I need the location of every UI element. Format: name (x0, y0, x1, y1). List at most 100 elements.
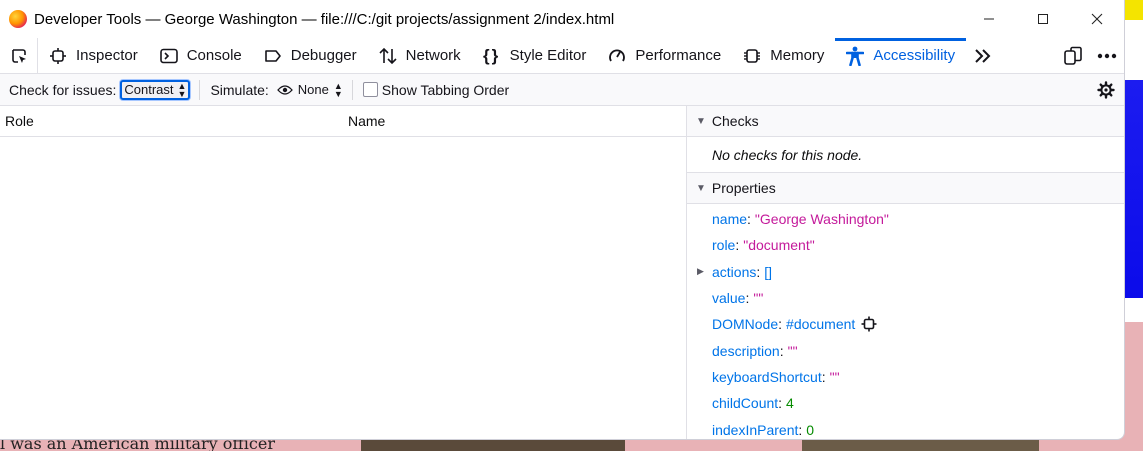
tab-label: Memory (770, 47, 825, 64)
column-header-role[interactable]: Role (0, 113, 343, 129)
property-row[interactable]: name: "George Washington" (687, 206, 1124, 232)
properties-list: name: "George Washington" role: "document"… (687, 204, 1124, 439)
accessibility-sidebar: ▼ Checks No checks for this node. ▼ Prop… (687, 106, 1124, 439)
property-key: value (712, 290, 746, 307)
performance-icon (608, 47, 626, 65)
tab-label: Console (186, 47, 242, 64)
tab-label: Network (405, 47, 461, 64)
property-key: DOMNode (712, 316, 779, 333)
check-for-issues-value: Contrast (124, 82, 174, 97)
property-row[interactable]: keyboardShortcut: "" (687, 364, 1124, 390)
element-picker-icon (11, 48, 26, 63)
dock-options-button[interactable] (1056, 39, 1090, 73)
toolbar-divider (199, 79, 201, 100)
simulate-menu-button[interactable]: None ▲ ▼ (276, 80, 343, 99)
property-key: actions (712, 263, 757, 280)
devtools-tab-bar: Inspector Console Debugger Network {} St… (0, 38, 1124, 74)
select-arrows-icon: ▲ ▼ (177, 80, 187, 99)
property-key: indexInParent (712, 421, 799, 438)
triangle-right-icon[interactable]: ▶ (697, 266, 704, 277)
property-value: "document" (743, 237, 815, 254)
tab-inspector[interactable]: Inspector (38, 38, 149, 73)
tab-accessibility[interactable]: Accessibility (835, 38, 966, 73)
checks-empty-message: No checks for this node. (687, 137, 1124, 173)
tree-header: Role Name (0, 106, 686, 137)
element-picker-button[interactable] (0, 38, 38, 73)
triangle-down-icon: ▼ (696, 182, 706, 194)
column-header-name[interactable]: Name (343, 113, 385, 129)
minimize-button[interactable] (962, 0, 1016, 38)
dock-side-icon (1064, 46, 1082, 65)
property-row[interactable]: value: "" (687, 285, 1124, 311)
more-options-button[interactable] (1090, 39, 1124, 73)
maximize-icon (1038, 14, 1048, 24)
property-value: 0 (806, 421, 815, 438)
more-tools-button[interactable] (966, 38, 1000, 73)
show-tabbing-order-checkbox[interactable] (362, 82, 378, 97)
property-value: [] (764, 263, 773, 280)
simulate-group: Simulate: None ▲ ▼ (210, 80, 343, 99)
check-for-issues-select[interactable]: Contrast ▲ ▼ (120, 79, 191, 100)
double-chevron-right-icon (975, 48, 991, 63)
tab-label: Performance (635, 47, 722, 64)
checks-section-header[interactable]: ▼ Checks (687, 106, 1124, 137)
firefox-logo-icon (9, 10, 27, 28)
background-banner-blue (1125, 80, 1143, 298)
property-row[interactable]: DOMNode: #document (687, 311, 1124, 337)
property-key: keyboardShortcut (712, 368, 822, 385)
debugger-icon (264, 47, 282, 65)
close-button[interactable] (1070, 0, 1124, 38)
accessibility-toolbar: Check for issues: Contrast ▲ ▼ Simulate: … (0, 74, 1124, 106)
property-row[interactable]: indexInParent:0 (687, 416, 1124, 439)
tab-memory[interactable]: Memory (732, 38, 835, 73)
close-icon (1091, 13, 1103, 25)
ellipsis-icon (1097, 53, 1117, 58)
tab-label: Debugger (290, 47, 357, 64)
background-banner-white (1125, 20, 1143, 80)
select-node-icon[interactable] (861, 316, 877, 332)
show-tabbing-order-toggle[interactable]: Show Tabbing Order (362, 81, 510, 98)
tab-performance[interactable]: Performance (597, 38, 732, 73)
tab-label: Accessibility (873, 47, 956, 64)
property-value: "" (829, 368, 840, 385)
console-icon (159, 47, 178, 65)
devtools-window: Developer Tools — George Washington — fi… (0, 0, 1125, 440)
property-row[interactable]: ▶ actions:[] (687, 259, 1124, 285)
tab-console[interactable]: Console (149, 38, 253, 73)
accessibility-settings-button[interactable] (1088, 80, 1124, 99)
memory-icon (743, 47, 761, 65)
property-value: "" (787, 342, 798, 359)
property-value: "George Washington" (754, 211, 889, 228)
accessibility-tree: Role Name (0, 106, 687, 439)
window-title: Developer Tools — George Washington — fi… (34, 10, 615, 28)
triangle-down-icon: ▼ (696, 115, 706, 127)
property-row[interactable]: description: "" (687, 337, 1124, 363)
property-row[interactable]: role: "document" (687, 232, 1124, 258)
gear-icon (1097, 80, 1115, 99)
tab-network[interactable]: Network (368, 38, 472, 73)
property-row[interactable]: childCount:4 (687, 390, 1124, 416)
simulate-label: Simulate: (210, 81, 269, 98)
checks-title: Checks (711, 113, 759, 129)
properties-title: Properties (711, 180, 776, 196)
property-key: childCount (712, 395, 779, 412)
show-tabbing-order-label: Show Tabbing Order (381, 81, 510, 98)
inspector-icon (49, 47, 67, 65)
network-icon (379, 47, 397, 65)
select-arrows-icon: ▲ ▼ (333, 80, 343, 99)
property-key: role (712, 237, 736, 254)
window-controls (962, 0, 1124, 38)
accessibility-panel: Role Name ▼ Checks No checks for this no… (0, 106, 1124, 439)
toolbar-divider (351, 79, 353, 100)
tabbar-actions (1056, 38, 1124, 73)
background-banner-yellow (1125, 0, 1143, 20)
properties-section-header[interactable]: ▼ Properties (687, 173, 1124, 204)
eye-icon (276, 84, 293, 95)
simulate-value: None (297, 82, 329, 97)
maximize-button[interactable] (1016, 0, 1070, 38)
property-value: #document (786, 316, 856, 333)
tab-label: Inspector (76, 47, 138, 64)
style-editor-icon: {} (483, 45, 501, 65)
tab-debugger[interactable]: Debugger (253, 38, 368, 73)
tab-style-editor[interactable]: {} Style Editor (472, 38, 598, 73)
